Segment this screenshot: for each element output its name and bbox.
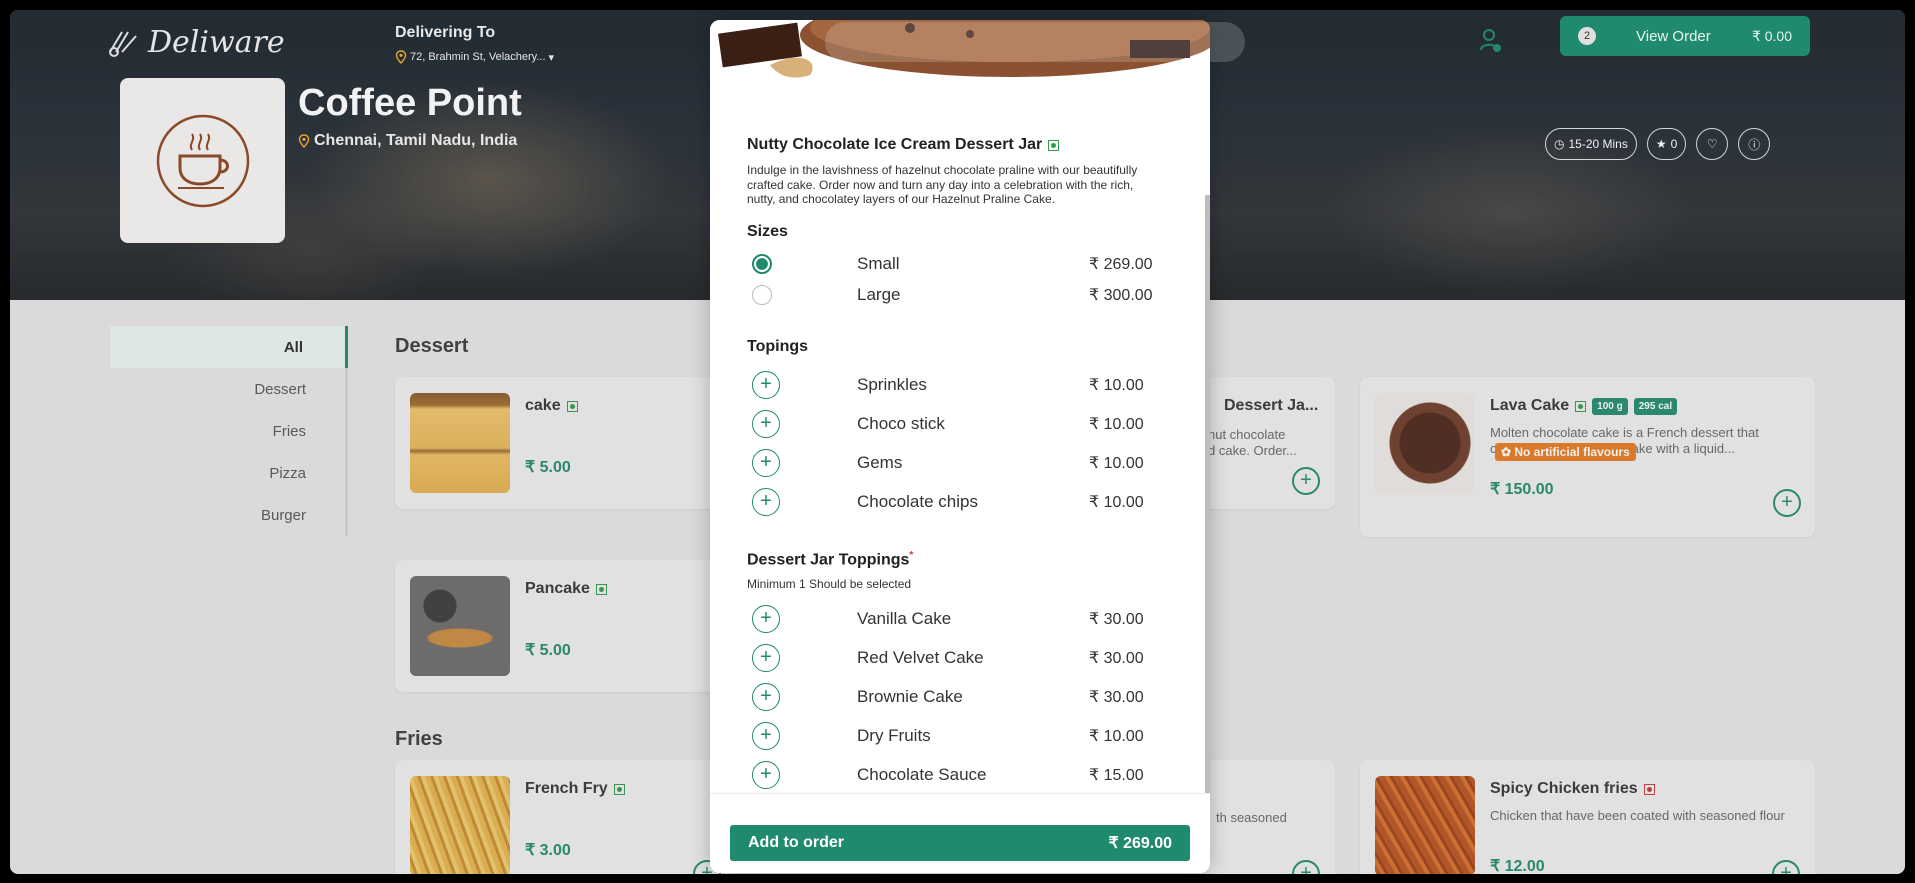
jar-topping-option[interactable]: + Brownie Cake ₹ 30.00 — [747, 683, 1167, 711]
topping-option[interactable]: + Chocolate chips ₹ 10.00 — [747, 488, 1167, 516]
jar-topping-option[interactable]: + Vanilla Cake ₹ 30.00 — [747, 605, 1167, 633]
radio-unselected[interactable] — [752, 285, 772, 305]
option-name: Large — [857, 285, 901, 304]
store-name: Coffee Point — [298, 82, 522, 124]
option-name: Vanilla Cake — [857, 609, 952, 628]
rating-text: 0 — [1670, 137, 1678, 151]
option-price: ₹ 10.00 — [1089, 416, 1144, 433]
search-bar[interactable] — [825, 22, 1245, 62]
delivery-time-text: 15-20 Mins — [1568, 137, 1628, 151]
cart-count-badge: 2 — [1578, 27, 1596, 45]
user-account-icon[interactable] — [1480, 28, 1502, 59]
store-location: Chennai, Tamil Nadu, India — [298, 132, 517, 150]
option-price: ₹ 10.00 — [1089, 377, 1144, 394]
clock-icon: ◷ — [1554, 137, 1565, 151]
info-icon: ⓘ — [1748, 137, 1761, 152]
option-price: ₹ 30.00 — [1089, 650, 1144, 667]
add-option-icon[interactable]: + — [752, 449, 780, 477]
size-option-large[interactable]: Large ₹ 300.00 — [747, 281, 1167, 309]
delivering-to-label: Delivering To — [395, 24, 496, 41]
required-marker: * — [909, 550, 914, 561]
add-to-order-label: Add to order — [748, 834, 844, 851]
option-name: Red Velvet Cake — [857, 648, 984, 667]
delivery-time-badge: ◷ 15-20 Mins — [1545, 128, 1637, 160]
store-location-text: Chennai, Tamil Nadu, India — [314, 132, 518, 149]
option-name: Brownie Cake — [857, 687, 963, 706]
option-name: Gems — [857, 453, 903, 472]
modal-footer: Add to order ₹ 269.00 — [710, 793, 1210, 873]
option-name: Sprinkles — [857, 375, 927, 394]
coffee-cup-icon — [156, 114, 249, 207]
add-option-icon[interactable]: + — [752, 488, 780, 516]
heart-icon: ♡ — [1706, 137, 1718, 151]
add-to-order-button[interactable]: Add to order ₹ 269.00 — [730, 825, 1190, 861]
option-name: Dry Fruits — [857, 726, 931, 745]
store-actions: ◷ 15-20 Mins ★ 0 ♡ ⓘ — [1545, 128, 1771, 160]
chevron-down-icon: ▾ — [548, 51, 555, 64]
add-option-icon[interactable]: + — [752, 410, 780, 438]
option-price: ₹ 10.00 — [1089, 494, 1144, 511]
option-price: ₹ 30.00 — [1089, 611, 1144, 628]
store-logo — [120, 78, 285, 243]
view-order-button[interactable]: 2 View Order ₹ 0.00 — [1560, 16, 1810, 56]
option-price: ₹ 300.00 — [1089, 287, 1153, 304]
rating-badge[interactable]: ★ 0 — [1646, 128, 1687, 160]
info-button[interactable]: ⓘ — [1738, 128, 1771, 160]
dessert-jar-toppings-heading: Dessert Jar Toppings* — [747, 550, 913, 569]
add-option-icon[interactable]: + — [752, 722, 780, 750]
size-option-small[interactable]: Small ₹ 269.00 — [747, 250, 1167, 278]
option-name: Choco stick — [857, 414, 945, 433]
add-option-icon[interactable]: + — [752, 644, 780, 672]
address-text: 72, Brahmin St, Velachery... — [410, 51, 546, 63]
add-option-icon[interactable]: + — [752, 605, 780, 633]
modal-product-title: Nutty Chocolate Ice Cream Dessert Jar — [747, 136, 1060, 154]
topping-option[interactable]: + Gems ₹ 10.00 — [747, 449, 1167, 477]
jar-topping-option[interactable]: + Red Velvet Cake ₹ 30.00 — [747, 644, 1167, 672]
delivery-location[interactable]: Delivering To 72, Brahmin St, Velachery.… — [395, 24, 554, 64]
topping-option[interactable]: + Sprinkles ₹ 10.00 — [747, 371, 1167, 399]
add-option-icon[interactable]: + — [752, 761, 780, 789]
address-row: 72, Brahmin St, Velachery... ▾ — [395, 50, 554, 64]
location-pin-icon — [298, 134, 310, 148]
radio-selected[interactable] — [752, 254, 772, 274]
jar-topping-option[interactable]: + Dry Fruits ₹ 10.00 — [747, 722, 1167, 750]
toppings-heading: Topings — [747, 338, 809, 355]
app-window: Deliware Delivering To 72, Brahmin St, V… — [10, 10, 1905, 874]
favorite-button[interactable]: ♡ — [1696, 128, 1729, 160]
option-price: ₹ 10.00 — [1089, 728, 1144, 745]
jar-topping-option[interactable]: + Chocolate Sauce ₹ 15.00 — [747, 761, 1167, 789]
modal-product-name: Nutty Chocolate Ice Cream Dessert Jar — [747, 136, 1043, 153]
category-item-all[interactable]: All — [110, 326, 348, 368]
option-price: ₹ 269.00 — [1089, 256, 1153, 273]
modal-scrollbar[interactable] — [1205, 195, 1210, 800]
add-option-icon[interactable]: + — [752, 371, 780, 399]
option-name: Small — [857, 254, 900, 273]
option-name: Chocolate Sauce — [857, 765, 987, 784]
heading-text: Dessert Jar Toppings — [747, 551, 910, 569]
add-to-order-amount: ₹ 269.00 — [1108, 835, 1172, 852]
option-price: ₹ 15.00 — [1089, 767, 1144, 784]
selection-note: Minimum 1 Should be selected — [747, 577, 912, 591]
veg-icon — [1048, 139, 1060, 151]
option-price: ₹ 30.00 — [1089, 689, 1144, 706]
modal-product-description: Indulge in the lavishness of hazelnut ch… — [747, 163, 1138, 206]
delivery-scooter-icon — [109, 31, 137, 57]
topping-option[interactable]: + Choco stick ₹ 10.00 — [747, 410, 1167, 438]
option-price: ₹ 10.00 — [1089, 455, 1144, 472]
brand-name: Deliware — [148, 24, 285, 60]
view-order-label: View Order — [1636, 27, 1711, 45]
option-name: Chocolate chips — [857, 492, 978, 511]
location-pin-icon — [395, 50, 407, 64]
star-icon: ★ — [1655, 137, 1667, 151]
product-options-modal: Nutty Chocolate Ice Cream Dessert Jar In… — [710, 20, 1210, 873]
cart-amount: ₹ 0.00 — [1751, 27, 1792, 44]
sizes-heading: Sizes — [747, 223, 788, 240]
brand-logo[interactable]: Deliware — [106, 24, 285, 60]
add-option-icon[interactable]: + — [752, 683, 780, 711]
